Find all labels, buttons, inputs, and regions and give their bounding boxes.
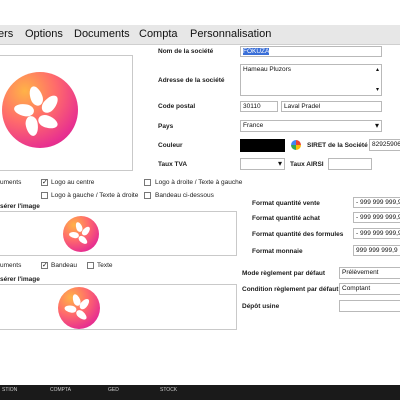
format-qty-formula-label: Format quantité des formules: [252, 231, 344, 238]
taskbar-item-gestion[interactable]: STION: [2, 387, 17, 393]
company-name-label: Nom de la société: [158, 48, 214, 55]
payment-condition-label: Condition règlement par défaut: [242, 286, 339, 293]
menu-item-personnalisation[interactable]: Personnalisation: [190, 28, 271, 40]
postal-code-input[interactable]: 30110: [240, 101, 278, 112]
format-qty-sale-input[interactable]: - 999 999 999,9: [353, 197, 400, 208]
top-strip: [0, 0, 400, 25]
airsi-label: Taux AIRSI: [290, 161, 324, 168]
airsi-input[interactable]: [328, 158, 372, 170]
payment-mode-select[interactable]: Prélèvement: [339, 267, 400, 279]
scroll-up-icon[interactable]: ▴: [376, 66, 379, 75]
taskbar-item-compta[interactable]: COMPTA: [50, 387, 71, 393]
bottom-taskbar: STION COMPTA GED STOCK: [0, 385, 400, 400]
logo-right-checkbox[interactable]: [144, 179, 151, 186]
banner-logo: [63, 216, 99, 252]
country-select[interactable]: France: [240, 120, 382, 132]
postal-code-label: Code postal: [158, 103, 196, 110]
banner-label: Bandeau: [51, 262, 78, 269]
banner-image-box[interactable]: [0, 211, 237, 256]
tva-label: Taux TVA: [158, 161, 188, 168]
company-name-input[interactable]: FOKUZA: [240, 46, 382, 57]
city-input[interactable]: Laval Pradel: [281, 101, 382, 112]
menu-bar: ers Options Documents Compta Personnalis…: [0, 25, 400, 45]
text-checkbox[interactable]: [87, 262, 94, 269]
company-name-value: FOKUZA: [243, 48, 270, 55]
content-area: uments ✓ Logo au centre Logo à droite / …: [0, 45, 400, 385]
country-value: France: [243, 122, 264, 129]
format-qty-buy-label: Format quantité achat: [252, 215, 320, 222]
format-qty-formula-input[interactable]: - 999 999 999,9: [353, 228, 400, 239]
payment-condition-select[interactable]: Comptant: [339, 283, 400, 295]
deposit-select[interactable]: [339, 300, 400, 312]
scroll-down-icon[interactable]: ▾: [376, 86, 379, 95]
banner-below-label: Bandeau ci-dessous: [155, 192, 214, 199]
color-swatch[interactable]: [240, 139, 285, 152]
address-value: Hameau Pluzors: [243, 66, 292, 73]
color-label: Couleur: [158, 142, 183, 149]
insert-image-link[interactable]: sérer l'image: [0, 203, 40, 210]
deposit-label: Dépôt usine: [242, 303, 280, 310]
address-label: Adresse de la société: [158, 77, 225, 84]
payment-mode-label: Mode règlement par défaut: [242, 270, 326, 277]
color-picker-icon[interactable]: [291, 140, 301, 150]
logo-preview-box[interactable]: [0, 55, 133, 171]
insert-image-link-2[interactable]: sérer l'image: [0, 276, 40, 283]
footer-image-box[interactable]: [0, 284, 237, 330]
format-qty-sale-label: Format quantité vente: [252, 200, 320, 207]
menu-item-documents[interactable]: Documents: [74, 28, 130, 40]
menu-item-compta[interactable]: Compta: [139, 28, 178, 40]
banner-checkbox[interactable]: ✓: [41, 262, 48, 269]
logo-center-label: Logo au centre: [51, 179, 95, 186]
siret-label: SIRET de la Société: [307, 142, 368, 149]
tva-select[interactable]: [240, 158, 285, 170]
taskbar-item-ged[interactable]: GED: [108, 387, 119, 393]
menu-item-tiers[interactable]: ers: [0, 28, 13, 40]
placement-label: uments: [0, 179, 22, 186]
format-money-input[interactable]: 999 999 999,9: [353, 245, 400, 256]
taskbar-item-stock[interactable]: STOCK: [160, 387, 177, 393]
logo-left-checkbox[interactable]: [41, 192, 48, 199]
footer-logo: [58, 287, 100, 329]
format-money-label: Format monnaie: [252, 248, 303, 255]
logo-center-checkbox[interactable]: ✓: [41, 179, 48, 186]
text-label: Texte: [97, 262, 113, 269]
placement-label-2: uments: [0, 262, 22, 269]
logo-right-label: Logo à droite / Texte à gauche: [155, 179, 243, 186]
company-logo: [2, 72, 78, 148]
format-qty-buy-input[interactable]: - 999 999 999,9: [353, 212, 400, 223]
menu-item-options[interactable]: Options: [25, 28, 63, 40]
logo-left-label: Logo à gauche / Texte à droite: [51, 192, 139, 199]
address-textarea[interactable]: Hameau Pluzors ▴ ▾: [240, 64, 382, 96]
country-label: Pays: [158, 123, 174, 130]
banner-below-checkbox[interactable]: [144, 192, 151, 199]
siret-input[interactable]: 82925906: [369, 139, 400, 151]
